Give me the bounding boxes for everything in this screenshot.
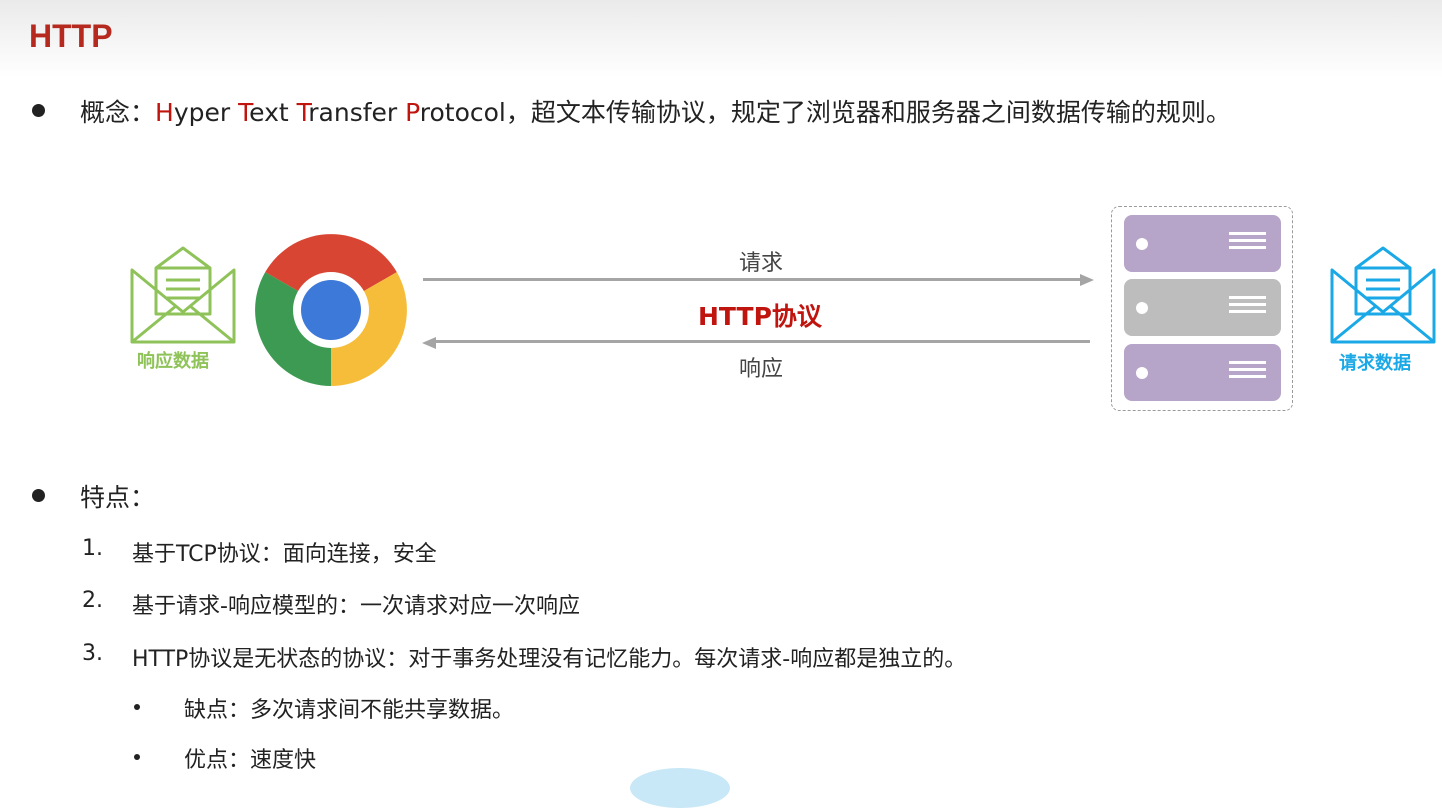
http-protocol-label: HTTP协议	[698, 302, 822, 331]
concept-prefix: 概念：	[80, 98, 156, 127]
sub-bullet-dot	[134, 754, 140, 760]
sub-item-disadvantage: 缺点：多次请求间不能共享数据。	[184, 698, 515, 723]
protocol-word-rest: yper	[173, 98, 239, 127]
response-arrowhead	[422, 337, 436, 349]
protocol-initial-t2: T	[296, 98, 309, 127]
sub-bullet-dot	[134, 704, 140, 710]
protocol-word-rest: rotocol	[419, 98, 506, 127]
envelope-blue-icon	[1330, 246, 1436, 344]
response-data-label: 响应数据	[137, 351, 209, 372]
protocol-initial-p: P	[405, 98, 420, 127]
server-unit	[1124, 344, 1281, 401]
server-unit	[1124, 279, 1281, 336]
response-arrow	[436, 340, 1090, 343]
protocol-word-rest: ransfer	[308, 98, 406, 127]
list-item-number: 2.	[82, 588, 103, 613]
chrome-browser-icon	[255, 234, 407, 386]
decorative-blob	[630, 768, 730, 808]
feature-item-1: 基于TCP协议：面向连接，安全	[132, 542, 437, 567]
slide-header	[0, 0, 1442, 78]
response-arrow-label: 响应	[739, 357, 784, 382]
server-icon	[1111, 206, 1293, 411]
request-arrow-label: 请求	[739, 251, 784, 276]
request-arrowhead	[1080, 274, 1094, 286]
bullet-dot	[32, 104, 45, 117]
request-arrow	[423, 278, 1083, 281]
concept-line: 概念：Hyper Text Transfer Protocol，超文本传输协议，…	[80, 93, 1231, 129]
feature-item-2: 基于请求-响应模型的：一次请求对应一次响应	[132, 594, 580, 619]
server-unit	[1124, 215, 1281, 272]
sub-item-advantage: 优点：速度快	[184, 748, 317, 773]
request-data-label: 请求数据	[1339, 353, 1411, 374]
protocol-word-rest: ext	[249, 98, 297, 127]
protocol-initial-h: H	[155, 98, 174, 127]
bullet-dot	[32, 489, 45, 502]
feature-item-3: HTTP协议是无状态的协议：对于事务处理没有记忆能力。每次请求-响应都是独立的。	[132, 647, 967, 672]
features-heading: 特点：	[80, 483, 156, 512]
slide-title: HTTP	[29, 18, 113, 54]
envelope-green-icon	[130, 246, 236, 344]
concept-suffix: ，超文本传输协议，规定了浏览器和服务器之间数据传输的规则。	[505, 98, 1231, 127]
list-item-number: 3.	[82, 641, 103, 666]
list-item-number: 1.	[82, 536, 103, 561]
protocol-initial-t1: T	[238, 98, 250, 127]
